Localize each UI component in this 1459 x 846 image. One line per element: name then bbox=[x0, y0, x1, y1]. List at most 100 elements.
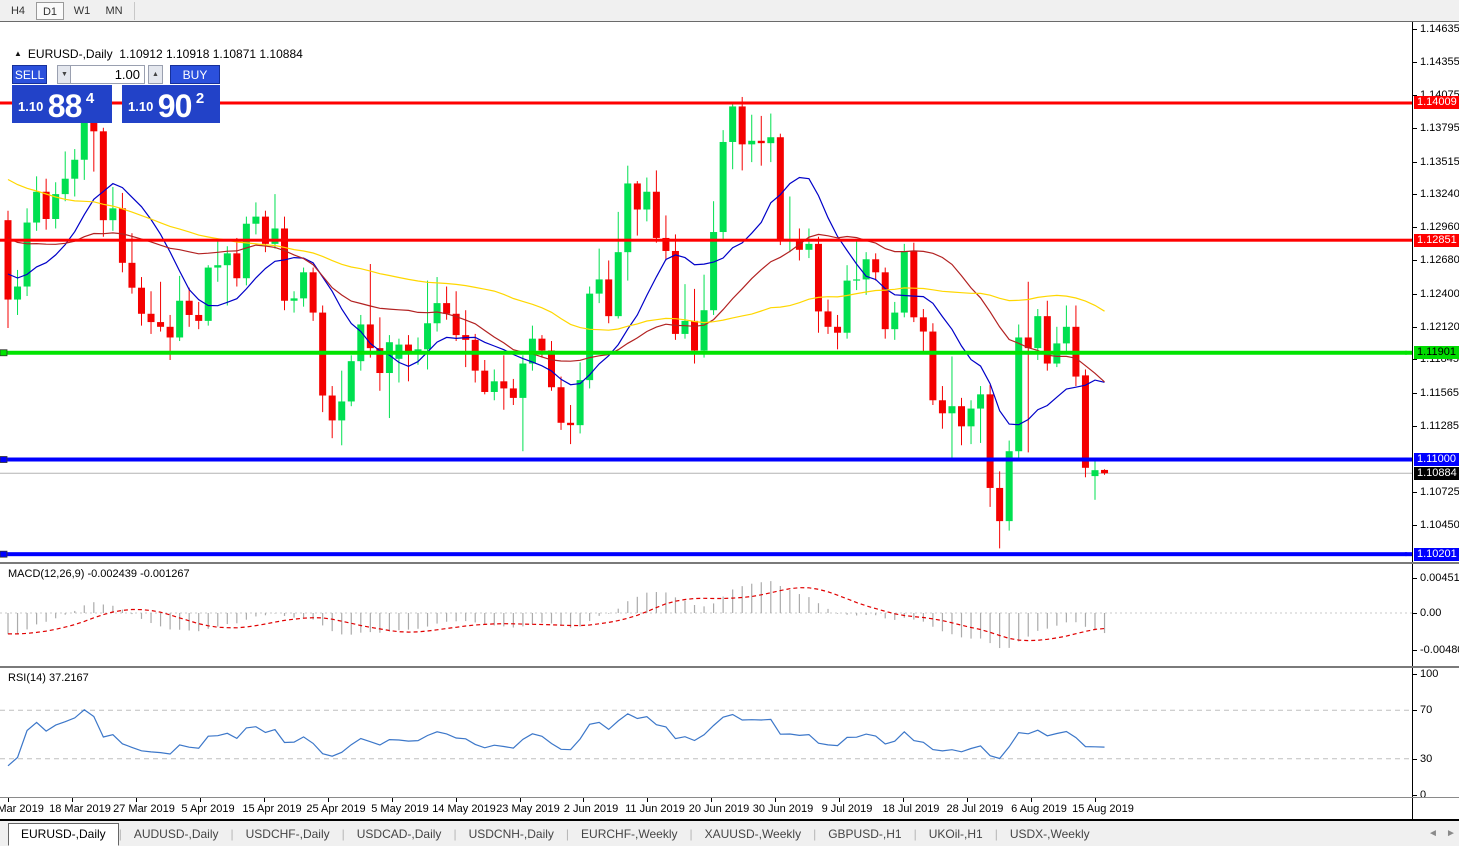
date-axis-tick bbox=[647, 798, 648, 802]
candle-body bbox=[128, 262, 136, 288]
volume-increase-button[interactable]: ▲ bbox=[148, 65, 163, 84]
date-axis-tick bbox=[8, 798, 9, 802]
candle-body bbox=[166, 326, 174, 338]
candle-body bbox=[538, 338, 546, 351]
horizontal-level-line[interactable] bbox=[0, 350, 1412, 355]
candle-body bbox=[700, 310, 708, 351]
candle-body bbox=[671, 250, 679, 334]
timeframe-button-w1[interactable]: W1 bbox=[68, 2, 96, 20]
line-anchor-marker[interactable] bbox=[0, 456, 8, 463]
horizontal-level-line[interactable] bbox=[0, 552, 1412, 557]
candle-body bbox=[910, 250, 918, 318]
candle-body bbox=[366, 324, 374, 349]
candle-body bbox=[767, 137, 775, 144]
candle-body bbox=[185, 300, 193, 315]
candle-body bbox=[652, 191, 660, 238]
toolbar-divider bbox=[134, 2, 135, 20]
candle-body bbox=[424, 323, 432, 350]
candle-body bbox=[233, 253, 241, 279]
candle-body bbox=[834, 326, 842, 333]
chart-tab-gbpusd-h1[interactable]: GBPUSD-,H1 bbox=[816, 824, 913, 845]
candle-body bbox=[958, 406, 965, 427]
price-axis-label: 1.12680 bbox=[1420, 254, 1459, 266]
volume-input[interactable] bbox=[70, 65, 145, 84]
date-axis-tick bbox=[775, 798, 776, 802]
candle-body bbox=[1043, 316, 1051, 364]
moving-average-line-10 bbox=[7, 176, 1105, 426]
chart-tab-ukoil-h1[interactable]: UKOil-,H1 bbox=[917, 824, 995, 845]
sell-price-prefix: 1.10 bbox=[18, 99, 44, 114]
candle-body bbox=[500, 381, 508, 389]
timeframe-toolbar: H4 D1 W1 MN bbox=[0, 0, 1459, 22]
price-axis-label: 1.14355 bbox=[1420, 56, 1459, 68]
candle-body bbox=[776, 137, 784, 241]
price-axis-tick bbox=[1413, 62, 1417, 63]
sell-quote-tile[interactable]: 1.10 88 4 bbox=[12, 85, 112, 124]
candle-body bbox=[986, 394, 994, 488]
candle-body bbox=[996, 487, 1004, 522]
candle-body bbox=[109, 208, 117, 221]
chart-tab-xauusd-weekly[interactable]: XAUUSD-,Weekly bbox=[693, 824, 813, 845]
price-level-badge: 1.11901 bbox=[1414, 346, 1459, 359]
price-axis-tick bbox=[1413, 260, 1417, 261]
macd-canvas[interactable] bbox=[0, 564, 1412, 666]
timeframe-button-h4[interactable]: H4 bbox=[4, 2, 32, 20]
sell-button[interactable]: SELL bbox=[12, 65, 47, 84]
macd-indicator-panel[interactable]: 0.004517 0.00 -0.004806 MACD(12,26,9) -0.0… bbox=[0, 564, 1459, 666]
macd-axis-label: 0.00 bbox=[1420, 607, 1442, 619]
horizontal-level-line[interactable] bbox=[0, 457, 1412, 462]
line-anchor-marker[interactable] bbox=[0, 349, 8, 357]
line-anchor-marker[interactable] bbox=[0, 550, 8, 558]
candle-body bbox=[118, 208, 126, 263]
collapse-triangle-icon[interactable]: ▲ bbox=[14, 49, 22, 58]
buy-quote-tile[interactable]: 1.10 90 2 bbox=[122, 85, 220, 124]
chart-tabs: EURUSD-,Daily | AUDUSD-,Daily | USDCHF-,Dail… bbox=[8, 821, 1102, 846]
candle-body bbox=[738, 106, 746, 145]
chart-tab-audusd-daily[interactable]: AUDUSD-,Daily bbox=[122, 824, 231, 845]
candle-body bbox=[881, 272, 889, 330]
price-axis-tick bbox=[1413, 327, 1417, 328]
price-axis-tick bbox=[1413, 426, 1417, 427]
buy-button[interactable]: BUY bbox=[170, 65, 220, 84]
price-level-badge: 1.12851 bbox=[1414, 234, 1459, 247]
candle-body bbox=[471, 339, 479, 371]
tabs-scroll-left-icon[interactable]: ◄ bbox=[1428, 828, 1438, 839]
candle-body bbox=[557, 387, 565, 423]
rsi-line bbox=[7, 709, 1105, 767]
candle-body bbox=[1005, 451, 1013, 522]
main-chart-panel[interactable]: 1.14635 1.14355 1.14075 1.13795 1.13515 1.132… bbox=[0, 22, 1459, 562]
candle-body bbox=[576, 380, 584, 426]
chart-tab-eurusd-daily[interactable]: EURUSD-,Daily bbox=[8, 823, 119, 846]
timeframe-button-d1[interactable]: D1 bbox=[36, 2, 64, 20]
price-axis-tick bbox=[1413, 128, 1417, 129]
candle-body bbox=[547, 350, 555, 388]
rsi-axis-label: 70 bbox=[1420, 704, 1433, 716]
tabs-scroll-right-icon[interactable]: ► bbox=[1446, 828, 1456, 839]
price-axis-tick bbox=[1413, 294, 1417, 295]
candle-body bbox=[223, 253, 231, 266]
date-axis[interactable]: 8 Mar 201918 Mar 201927 Mar 20195 Apr 20… bbox=[0, 798, 1459, 819]
rsi-canvas[interactable] bbox=[0, 668, 1412, 797]
date-axis-tick bbox=[264, 798, 265, 802]
timeframe-button-mn[interactable]: MN bbox=[100, 2, 128, 20]
candle-body bbox=[614, 252, 622, 317]
chart-tab-usdcad-daily[interactable]: USDCAD-,Daily bbox=[345, 824, 454, 845]
candle-body bbox=[1034, 316, 1042, 349]
price-level-badge: 1.10201 bbox=[1414, 548, 1459, 561]
chart-tab-eurchf-weekly[interactable]: EURCHF-,Weekly bbox=[569, 824, 689, 845]
chart-tab-usdcnh-daily[interactable]: USDCNH-,Daily bbox=[457, 824, 566, 845]
date-axis-tick bbox=[839, 798, 840, 802]
candle-body bbox=[729, 106, 737, 142]
rsi-indicator-panel[interactable]: 100 70 30 0 RSI(14) 37.2167 bbox=[0, 668, 1459, 801]
candle-body bbox=[805, 243, 813, 250]
moving-average-line-25 bbox=[7, 232, 1105, 383]
candle-body bbox=[843, 280, 851, 333]
price-axis-label: 1.12960 bbox=[1420, 221, 1459, 233]
chart-tab-usdchf-daily[interactable]: USDCHF-,Daily bbox=[234, 824, 342, 845]
price-axis[interactable]: 1.14635 1.14355 1.14075 1.13795 1.13515 1.132… bbox=[1412, 22, 1459, 562]
horizontal-level-line[interactable] bbox=[0, 238, 1412, 242]
price-axis-label: 1.12400 bbox=[1420, 288, 1459, 300]
candle-body bbox=[519, 363, 527, 398]
line-anchor-dot bbox=[1404, 552, 1408, 557]
chart-tab-usdx-weekly[interactable]: USDX-,Weekly bbox=[998, 824, 1102, 845]
